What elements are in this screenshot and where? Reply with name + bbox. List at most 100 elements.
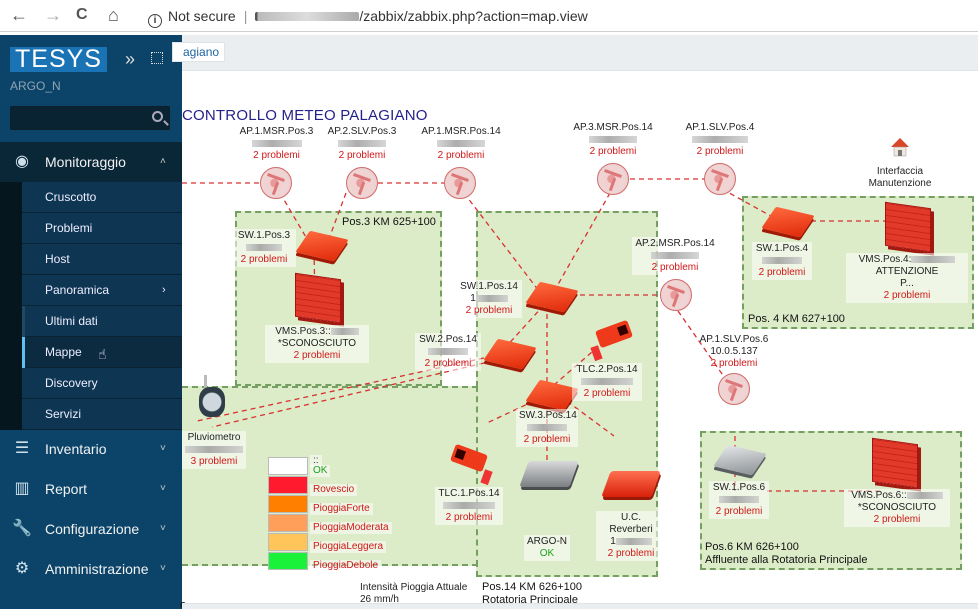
rain-indicator xyxy=(317,588,357,604)
rain-gauge-icon[interactable] xyxy=(199,387,225,417)
access-point-icon[interactable] xyxy=(660,279,692,311)
menu-inventario[interactable]: ☰ Inventario ˅ xyxy=(0,429,182,469)
footer-bar xyxy=(182,603,978,609)
element-label: SW.3.Pos.14 2 problemi xyxy=(516,409,578,447)
wrench-icon: 🔧 xyxy=(12,520,32,537)
collapse-sidebar-icon[interactable]: » xyxy=(125,49,135,70)
search-input[interactable] xyxy=(10,106,170,130)
legend-moderata: PioggiaModerata xyxy=(310,522,392,534)
element-label: AP.1.SLV.Pos.4 2 problemi xyxy=(680,121,760,159)
sidebar: TESYS » ARGO_N ◉ Monitoraggio ˄ Cruscott… xyxy=(0,35,182,609)
zone-label-pos6: Pos.6 KM 626+100 Affluente alla Rotatoria… xyxy=(705,541,868,566)
logo[interactable]: TESYS xyxy=(10,47,107,72)
element-label: AP.1.MSR.Pos.14 2 problemi xyxy=(416,125,506,163)
element-label: Pluviometro 3 problemi xyxy=(182,431,246,469)
menu-report[interactable]: ▥ Report ˅ xyxy=(0,469,182,509)
header-bar: agiano xyxy=(172,35,978,71)
vms-sign-icon[interactable] xyxy=(295,272,341,324)
vms-sign-icon[interactable] xyxy=(872,437,918,489)
back-icon[interactable]: ← xyxy=(10,5,28,25)
legend-ok: OK xyxy=(310,465,331,477)
server-name: ARGO_N xyxy=(10,79,61,93)
element-label: VMS.Pos.4: ATTENZIONE P... 2 problemi xyxy=(846,253,968,303)
legend-leggera: PioggiaLeggera xyxy=(310,541,387,553)
element-label: SW.1.Pos.6 2 problemi xyxy=(709,481,769,519)
legend-swatch-ok xyxy=(268,457,308,475)
access-point-icon[interactable] xyxy=(346,167,378,199)
info-icon[interactable]: i xyxy=(148,14,162,28)
menu-item-mappe[interactable]: Mappe ☝ xyxy=(22,337,182,368)
access-point-icon[interactable] xyxy=(260,167,292,199)
house-icon[interactable] xyxy=(890,137,910,157)
url-path: /zabbix/zabbix.php?action=map.view xyxy=(359,8,588,24)
menu-item-servizi[interactable]: Servizi xyxy=(22,399,182,430)
link xyxy=(551,192,611,296)
server-icon[interactable] xyxy=(519,461,579,487)
access-point-icon[interactable] xyxy=(718,373,750,405)
chevron-down-icon: ˅ xyxy=(160,563,166,574)
menu-item-panoramica[interactable]: Panoramica › xyxy=(22,275,182,306)
access-point-icon[interactable] xyxy=(704,163,736,195)
element-label: SW.1.Pos.3 2 problemi xyxy=(232,229,296,267)
chevron-right-icon: › xyxy=(162,284,166,296)
list-icon: ☰ xyxy=(14,440,30,457)
home-icon[interactable]: ⌂ xyxy=(108,5,119,25)
map-title: CONTROLLO METEO PALAGIANO xyxy=(182,107,428,124)
redacted-host xyxy=(255,12,360,21)
vms-sign-icon[interactable] xyxy=(885,201,931,253)
legend-swatch-forte xyxy=(268,495,308,513)
element-label: VMS.Pos.3:: *SCONOSCIUTO 2 problemi xyxy=(265,325,369,363)
chart-icon: ▥ xyxy=(14,480,30,497)
access-point-icon[interactable] xyxy=(444,167,476,199)
legend-rovescio: Rovescio xyxy=(310,484,358,496)
chevron-up-icon: ˄ xyxy=(160,156,166,167)
chevron-down-icon: ˅ xyxy=(160,523,166,534)
eye-icon: ◉ xyxy=(15,153,29,170)
menu-item-discovery[interactable]: Discovery xyxy=(22,368,182,399)
element-label: SW.2.Pos.14 2 problemi xyxy=(415,333,481,371)
security-label: Not secure xyxy=(168,8,236,24)
reload-icon[interactable]: C xyxy=(76,5,88,25)
search-icon[interactable] xyxy=(152,111,163,122)
menu-monitoraggio[interactable]: ◉ Monitoraggio ˄ xyxy=(0,142,182,182)
address-bar[interactable]: i Not secure |/zabbix/zabbix.php?action=ma… xyxy=(140,3,978,29)
element-label: U.C. Reverberi 1 2 problemi xyxy=(596,511,666,561)
legend-swatch-debole xyxy=(268,552,308,570)
element-label: ARGO-N OK xyxy=(524,535,570,561)
element-label: SW.1.Pos.14 1 2 problemi xyxy=(456,280,522,318)
network-map[interactable]: CONTROLLO METEO PALAGIANO AP.1.MSR.Pos.3… xyxy=(180,71,978,611)
zone-label-pos4: Pos. 4 KM 627+100 xyxy=(748,313,845,325)
menu-amministrazione[interactable]: ⚙ Amministrazione ˅ xyxy=(0,549,182,589)
kiosk-mode-icon[interactable] xyxy=(151,52,163,64)
element-label: AP.2.MSR.Pos.14 2 problemi xyxy=(632,237,718,275)
chevron-down-icon: ˅ xyxy=(160,483,166,494)
legend-forte: PioggiaForte xyxy=(310,503,373,515)
element-label: SW.1.Pos.4 2 problemi xyxy=(752,242,812,280)
element-label: TLC.2.Pos.14 2 problemi xyxy=(572,363,642,401)
element-label: TLC.1.Pos.14 2 problemi xyxy=(435,487,503,525)
zone-label-pos3: Pos.3 KM 625+100 xyxy=(342,216,436,228)
breadcrumb-map[interactable]: agiano xyxy=(172,42,226,62)
controller-icon[interactable] xyxy=(601,471,661,497)
menu-item-ultimi-dati[interactable]: Ultimi dati xyxy=(22,306,182,337)
access-point-icon[interactable] xyxy=(597,163,629,195)
menu-configurazione[interactable]: 🔧 Configurazione ˅ xyxy=(0,509,182,549)
hand-cursor-icon: ☝ xyxy=(98,346,107,362)
forward-icon[interactable]: → xyxy=(44,5,62,25)
menu-item-cruscotto[interactable]: Cruscotto xyxy=(22,182,182,213)
element-label: AP.2.SLV.Pos.3 2 problemi xyxy=(322,125,402,163)
element-label: VMS.Pos.6:: *SCONOSCIUTO 2 problemi xyxy=(844,489,950,527)
menu-label: Monitoraggio xyxy=(45,154,126,170)
legend-swatch-moderata xyxy=(268,514,308,532)
main-content: agiano CONTROLLO METEO PALAGIANO AP.1.MS… xyxy=(172,35,978,611)
element-label: AP.1.SLV.Pos.6 10.0.5.137 2 problemi xyxy=(699,334,769,369)
legend-debole: PioggiaDebole xyxy=(310,560,382,572)
menu-item-problemi[interactable]: Problemi xyxy=(22,213,182,244)
element-label: AP.3.MSR.Pos.14 2 problemi xyxy=(568,121,658,159)
legend-swatch-rovescio xyxy=(268,476,308,494)
link xyxy=(211,362,485,428)
menu-item-host[interactable]: Host xyxy=(22,244,182,275)
element-label: Interfaccia Manutenzione xyxy=(868,166,932,189)
legend-swatch-leggera xyxy=(268,533,308,551)
element-label: AP.1.MSR.Pos.3 2 problemi xyxy=(234,125,319,163)
